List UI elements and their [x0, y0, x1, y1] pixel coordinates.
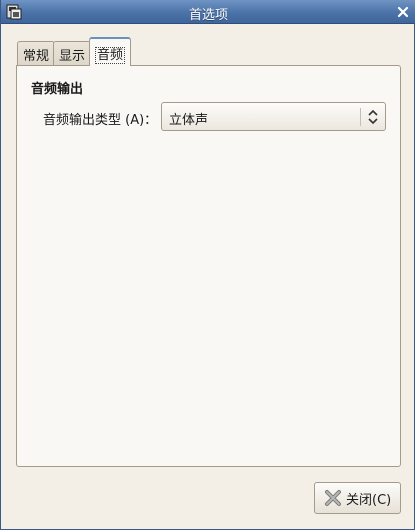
- close-button[interactable]: 关闭(C): [314, 482, 401, 514]
- up-down-arrows-icon: [367, 109, 379, 125]
- tab-audio[interactable]: 音频: [89, 37, 132, 66]
- close-x-icon: [324, 489, 342, 507]
- section-title: 音频输出: [31, 82, 84, 97]
- close-window-icon[interactable]: [394, 3, 412, 21]
- tab-label: 音频: [95, 47, 126, 64]
- tab-general[interactable]: 常规: [17, 41, 56, 65]
- preferences-window: 首选项 常规 显示 音频 音频输出 音频输出类型 (A)： 立体声 关闭(C): [0, 0, 415, 530]
- tab-display[interactable]: 显示: [53, 41, 92, 65]
- titlebar[interactable]: 首选项: [1, 0, 415, 24]
- audio-tab-panel: 音频输出 音频输出类型 (A)： 立体声: [16, 65, 401, 467]
- tab-label: 显示: [59, 49, 86, 64]
- output-type-label: 音频输出类型 (A)：: [43, 113, 158, 128]
- combo-selected-value: 立体声: [169, 113, 209, 128]
- close-button-label: 关闭(C): [346, 492, 392, 508]
- tab-label: 常规: [23, 49, 50, 64]
- combo-separator: [360, 108, 361, 126]
- window-title: 首选项: [188, 8, 228, 23]
- output-type-combobox[interactable]: 立体声: [161, 102, 386, 131]
